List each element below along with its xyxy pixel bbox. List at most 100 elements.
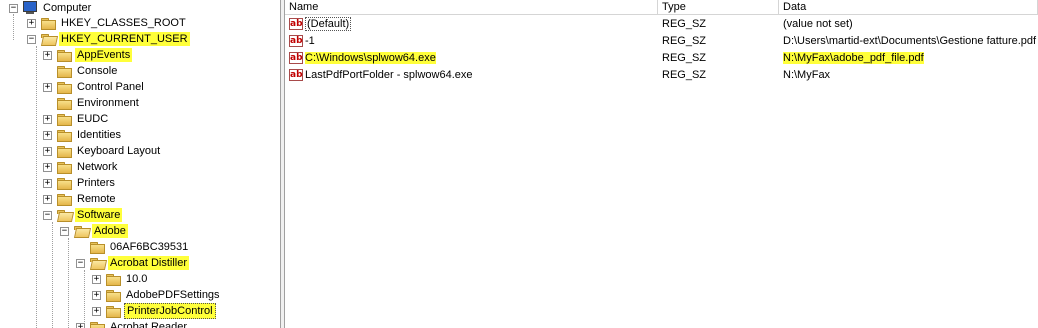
tree-node-label: AppEvents [75, 48, 133, 62]
computer-icon [22, 1, 38, 15]
folder-icon [56, 81, 72, 94]
collapse-icon[interactable]: − [9, 3, 18, 13]
tree-node-label: 10.0 [126, 273, 148, 285]
collapse-icon[interactable]: − [60, 226, 69, 236]
tree-node-environment[interactable]: Environment [43, 95, 141, 111]
expand-icon[interactable]: + [43, 50, 52, 60]
value-data: N:\MyFax\adobe_pdf_file.pdf [783, 52, 924, 64]
tree-node-adobe[interactable]: − Adobe [60, 223, 128, 239]
folder-icon [89, 321, 105, 328]
folder-icon [105, 273, 121, 286]
folder-icon [56, 49, 72, 62]
tree-node-06af6bc39531[interactable]: 06AF6BC39531 [76, 239, 190, 255]
list-item[interactable]: ab (Default) REG_SZ (value not set) [285, 16, 1038, 33]
expand-icon[interactable]: + [43, 178, 52, 188]
registry-tree[interactable]: − Computer + HKEY_CLASSES_ROOT − HKEY_CU… [0, 0, 280, 328]
expand-icon[interactable]: + [43, 130, 52, 140]
value-name: LastPdfPortFolder - splwow64.exe [305, 69, 473, 81]
tree-node-software[interactable]: − Software [43, 207, 123, 223]
tree-node-control-panel[interactable]: + Control Panel [43, 79, 146, 95]
list-item[interactable]: ab -1 REG_SZ D:\Users\martid-ext\Document… [285, 33, 1038, 50]
tree-node-appevents[interactable]: + AppEvents [43, 47, 133, 63]
tree-node-label: HKEY_CURRENT_USER [59, 32, 190, 46]
tree-node-label: Console [77, 65, 118, 77]
tree-node-hkey-classes-root[interactable]: + HKEY_CLASSES_ROOT [27, 15, 188, 31]
value-data: N:\MyFax [783, 69, 831, 81]
value-name: -1 [305, 35, 315, 47]
tree-node-label: Environment [77, 97, 139, 109]
tree-node-label: PrinterJobControl [124, 303, 216, 319]
tree-node-identities[interactable]: + Identities [43, 127, 123, 143]
tree-node-adobepdfsettings[interactable]: + AdobePDFSettings [92, 287, 222, 303]
tree-node-label: Computer [43, 2, 92, 14]
folder-icon [56, 97, 72, 110]
list-item[interactable]: ab C:\Windows\splwow64.exe REG_SZ N:\MyFa… [285, 50, 1038, 67]
tree-node-network[interactable]: + Network [43, 159, 119, 175]
folder-icon [56, 177, 72, 190]
tree-node-label: Acrobat Distiller [108, 256, 190, 270]
tree-node-acrobat-distiller[interactable]: − Acrobat Distiller [76, 255, 190, 271]
folder-open-icon [89, 257, 105, 269]
tree-node-label: Control Panel [77, 81, 144, 93]
column-header-data[interactable]: Data [779, 0, 1038, 15]
list-item[interactable]: ab LastPdfPortFolder - splwow64.exe REG_S… [285, 67, 1038, 84]
tree-node-keyboard-layout[interactable]: + Keyboard Layout [43, 143, 162, 159]
expand-icon[interactable]: + [43, 114, 52, 124]
folder-open-icon [56, 209, 72, 221]
column-header-type[interactable]: Type [658, 0, 779, 15]
values-list[interactable]: Name Type Data ab (Default) REG_SZ (value… [285, 0, 1038, 328]
tree-node-label: EUDC [77, 113, 109, 125]
tree-node-label: Software [75, 208, 123, 222]
column-header-name[interactable]: Name [285, 0, 658, 15]
expand-icon[interactable]: + [43, 146, 52, 156]
folder-icon [56, 65, 72, 78]
value-type: REG_SZ [662, 52, 707, 64]
string-value-icon: ab [289, 52, 303, 65]
expand-icon[interactable]: + [43, 194, 52, 204]
tree-node-label: Keyboard Layout [77, 145, 161, 157]
string-value-icon: ab [289, 18, 303, 31]
folder-open-icon [40, 33, 56, 45]
folder-icon [56, 129, 72, 142]
expand-icon[interactable]: + [43, 162, 52, 172]
value-type: REG_SZ [662, 69, 707, 81]
string-value-icon: ab [289, 35, 303, 48]
expand-icon[interactable]: + [92, 306, 101, 316]
tree-node-label: Acrobat Reader [110, 321, 188, 328]
tree-node-remote[interactable]: + Remote [43, 191, 118, 207]
value-name: C:\Windows\splwow64.exe [305, 52, 436, 64]
tree-node-printers[interactable]: + Printers [43, 175, 117, 191]
value-data: (value not set) [783, 18, 853, 30]
expand-icon[interactable]: + [76, 322, 85, 328]
expand-icon[interactable]: + [43, 82, 52, 92]
collapse-icon[interactable]: − [43, 210, 52, 220]
folder-icon [105, 305, 121, 318]
collapse-icon[interactable]: − [27, 34, 36, 44]
tree-node-label: 06AF6BC39531 [110, 241, 189, 253]
tree-node-computer[interactable]: − Computer [9, 0, 93, 16]
tree-node-hkey-current-user[interactable]: − HKEY_CURRENT_USER [27, 31, 190, 47]
tree-node-label: Identities [77, 129, 122, 141]
string-value-icon: ab [289, 69, 303, 82]
folder-icon [56, 161, 72, 174]
collapse-icon[interactable]: − [76, 258, 85, 268]
folder-icon [89, 241, 105, 254]
expand-icon[interactable]: + [92, 274, 101, 284]
folder-open-icon [73, 225, 89, 237]
tree-node-label: Network [77, 161, 118, 173]
tree-node-label: Printers [77, 177, 115, 189]
tree-node-eudc[interactable]: + EUDC [43, 111, 110, 127]
value-data: D:\Users\martid-ext\Documents\Gestione f… [783, 35, 1037, 47]
expand-icon[interactable]: + [27, 18, 36, 28]
tree-node-console[interactable]: Console [43, 63, 119, 79]
tree-node-10-0[interactable]: + 10.0 [92, 271, 149, 287]
folder-icon [40, 17, 56, 30]
tree-node-acrobat-reader[interactable]: + Acrobat Reader [76, 319, 189, 328]
tree-node-label: HKEY_CLASSES_ROOT [61, 17, 186, 29]
value-type: REG_SZ [662, 35, 707, 47]
tree-node-label: AdobePDFSettings [126, 289, 220, 301]
tree-node-printerjobcontrol[interactable]: + PrinterJobControl [92, 303, 216, 319]
folder-icon [56, 193, 72, 206]
folder-icon [56, 113, 72, 126]
expand-icon[interactable]: + [92, 290, 101, 300]
